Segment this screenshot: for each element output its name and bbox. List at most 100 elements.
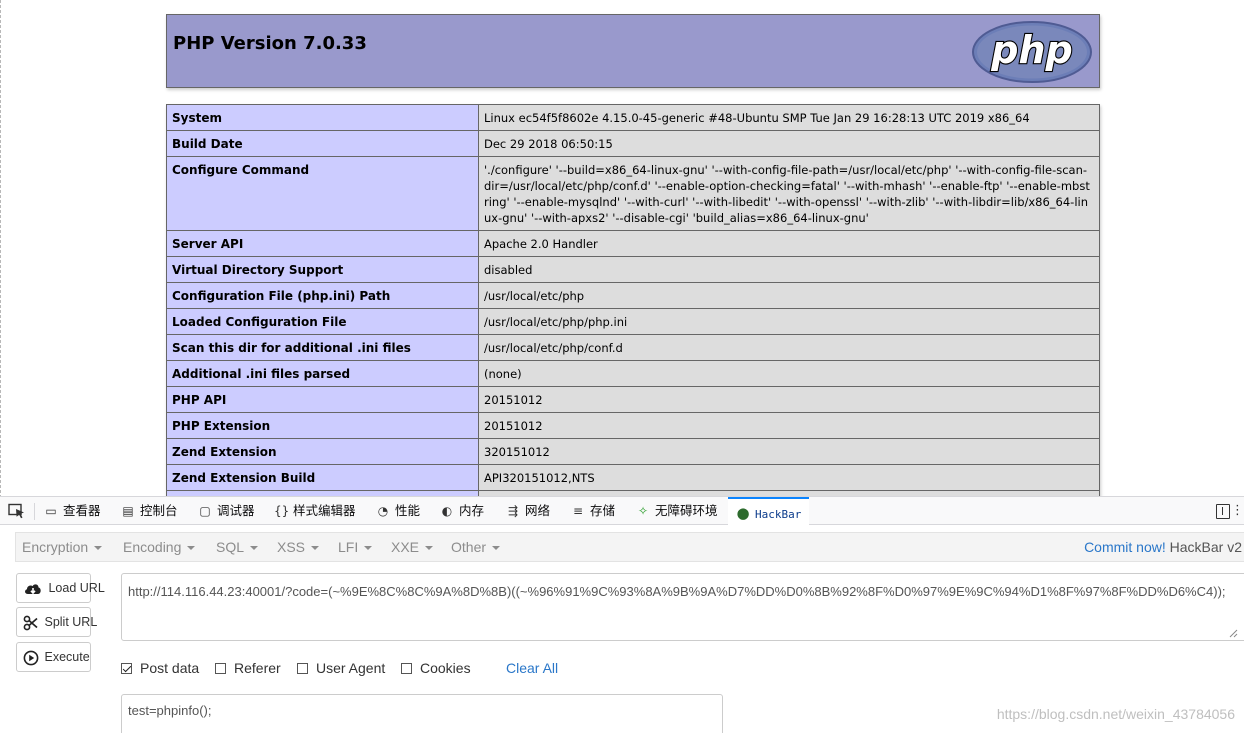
dock-side-icon[interactable] <box>1216 504 1230 519</box>
setting-value: /usr/local/etc/php/conf.d <box>478 334 1100 361</box>
post-data-checkbox[interactable] <box>121 663 132 674</box>
setting-name: Build Date <box>166 130 479 157</box>
caret-down-icon <box>492 546 501 551</box>
tab-network[interactable]: ⇶ 网络 <box>506 497 550 525</box>
setting-name: PHP API <box>166 386 479 413</box>
user-agent-label: User Agent <box>316 660 386 676</box>
tab-performance[interactable]: ◔ 性能 <box>376 497 420 525</box>
table-row: Loaded Configuration File/usr/local/etc/… <box>166 308 1100 335</box>
menu-xss[interactable]: XSS <box>277 533 320 561</box>
setting-value: 320151012 <box>478 438 1100 465</box>
menu-xxe[interactable]: XXE <box>391 533 434 561</box>
accessibility-icon: ✧ <box>637 504 649 518</box>
menu-other[interactable]: Other <box>451 533 501 561</box>
user-agent-checkbox[interactable] <box>297 663 308 674</box>
setting-value: Apache 2.0 Handler <box>478 230 1100 257</box>
tab-label: 查看器 <box>63 503 101 518</box>
tab-accessibility[interactable]: ✧ 无障碍环境 <box>636 497 718 525</box>
url-input[interactable]: http://114.116.44.23:40001/?code=(~%9E%8… <box>121 573 1244 641</box>
inspector-icon: ▭ <box>45 504 57 518</box>
element-picker-icon[interactable] <box>8 503 26 519</box>
tab-label: 网络 <box>525 503 551 518</box>
menu-label: XSS <box>277 539 306 555</box>
commit-notice: Commit now! HackBar v2 <box>1084 533 1242 561</box>
tab-label: 控制台 <box>140 503 178 518</box>
devtools-panel: ▭ 查看器 ▤ 控制台 ▢ 调试器 {} 样式编辑器 ◔ 性能 ◐ 内存 ⇶ 网络 ≡ 存储 ✧ 无障碍环境 ● Ha… <box>0 496 1244 733</box>
setting-value: Dec 29 2018 06:50:15 <box>478 130 1100 157</box>
page-title: PHP Version 7.0.33 <box>173 33 367 54</box>
tab-memory[interactable]: ◐ 内存 <box>440 497 484 525</box>
commit-now-link[interactable]: Commit now! <box>1084 539 1166 555</box>
caret-down-icon <box>311 546 320 551</box>
table-row: Server API Apache 2.0 Handler <box>166 230 1100 257</box>
referer-label: Referer <box>234 660 281 676</box>
tab-label: HackBar <box>755 508 802 521</box>
tab-storage[interactable]: ≡ 存储 <box>571 497 615 525</box>
load-url-button[interactable]: Load URL <box>16 573 105 603</box>
setting-name: Loaded Configuration File <box>166 308 479 335</box>
caret-down-icon <box>364 546 373 551</box>
tab-inspector[interactable]: ▭ 查看器 <box>44 497 101 525</box>
table-row: Virtual Directory Support disabled <box>166 256 1100 283</box>
console-icon: ▤ <box>122 504 134 518</box>
setting-value: disabled <box>478 256 1100 283</box>
table-row: Zend Extension 320151012 <box>166 438 1100 465</box>
setting-name: Server API <box>166 230 479 257</box>
menu-label: LFI <box>338 539 359 555</box>
execute-button[interactable]: Execute <box>16 642 91 672</box>
storage-icon: ≡ <box>572 504 584 518</box>
setting-name: Scan this dir for additional .ini files <box>166 334 479 361</box>
svg-text:php: php <box>990 28 1072 72</box>
cookies-label: Cookies <box>420 660 471 676</box>
setting-name: System <box>166 104 479 131</box>
setting-value: /usr/local/etc/php <box>478 282 1100 309</box>
table-row: Configure Command './configure' '--build=… <box>166 156 1100 231</box>
table-row: PHP Extension 20151012 <box>166 412 1100 439</box>
scissors-icon <box>23 615 38 631</box>
post-data-option[interactable]: Post data <box>121 660 199 678</box>
tab-label: 样式编辑器 <box>293 503 356 518</box>
tab-debugger[interactable]: ▢ 调试器 <box>198 497 255 525</box>
post-data-input[interactable]: test=phpinfo(); <box>121 694 723 733</box>
tab-style-editor[interactable]: {} 样式编辑器 <box>274 497 356 525</box>
setting-value: './configure' '--build=x86_64-linux-gnu'… <box>478 156 1100 231</box>
post-data-value: test=phpinfo(); <box>128 703 212 718</box>
tab-label: 性能 <box>395 503 421 518</box>
tab-label: 调试器 <box>217 503 255 518</box>
referer-option[interactable]: Referer <box>215 660 281 678</box>
menu-label: Other <box>451 539 487 555</box>
caret-down-icon <box>187 546 196 551</box>
clear-all-link[interactable]: Clear All <box>506 660 558 676</box>
execute-label: Execute <box>44 650 90 664</box>
cloud-download-icon <box>25 584 41 594</box>
menu-encoding[interactable]: Encoding <box>123 533 196 561</box>
cookies-option[interactable]: Cookies <box>401 660 471 678</box>
table-row: Scan this dir for additional .ini files /… <box>166 334 1100 361</box>
setting-name: Configure Command <box>166 156 479 231</box>
menu-encryption[interactable]: Encryption <box>22 533 103 561</box>
tab-hackbar[interactable]: ● HackBar <box>728 497 810 525</box>
tab-label: 无障碍环境 <box>655 503 718 518</box>
tab-label: 内存 <box>459 503 485 518</box>
post-data-label: Post data <box>140 660 200 676</box>
setting-name: Zend Extension Build <box>166 464 479 491</box>
caret-down-icon <box>250 546 259 551</box>
setting-name: Additional .ini files parsed <box>166 360 479 387</box>
hackbar-version: HackBar v2 <box>1169 539 1242 555</box>
watermark: https://blog.csdn.net/weixin_43784056 <box>996 706 1235 722</box>
load-url-label: Load URL <box>48 581 105 595</box>
split-url-button[interactable]: Split URL <box>16 607 97 637</box>
menu-sql[interactable]: SQL <box>216 533 259 561</box>
more-options-icon[interactable]: ⋮ <box>1231 503 1244 518</box>
resize-grip-icon[interactable] <box>1229 629 1238 638</box>
menu-lfi[interactable]: LFI <box>338 533 373 561</box>
referer-checkbox[interactable] <box>215 663 226 674</box>
table-row: System Linux ec54f5f8602e 4.15.0-45-gener… <box>166 104 1100 131</box>
php-version-header: PHP Version 7.0.33 php <box>166 14 1100 88</box>
tab-console[interactable]: ▤ 控制台 <box>121 497 178 525</box>
user-agent-option[interactable]: User Agent <box>297 660 385 678</box>
setting-value: 20151012 <box>478 412 1100 439</box>
setting-value: 20151012 <box>478 386 1100 413</box>
cookies-checkbox[interactable] <box>401 663 412 674</box>
table-row: Additional .ini files parsed (none) <box>166 360 1100 387</box>
